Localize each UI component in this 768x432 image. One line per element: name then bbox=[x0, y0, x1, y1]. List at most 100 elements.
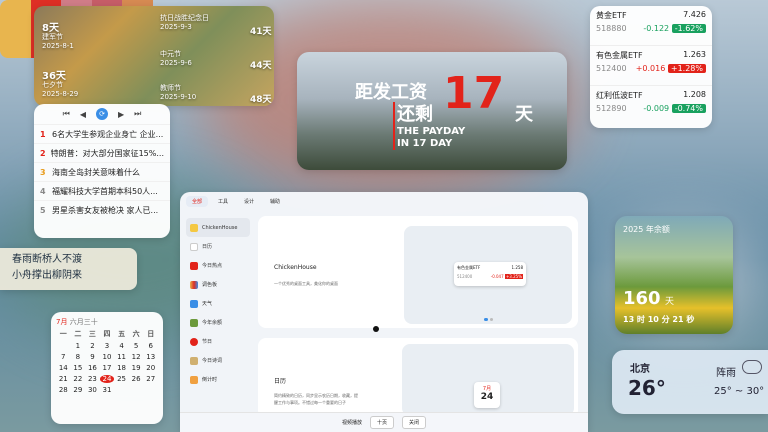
hot-item[interactable]: 3 海南全岛封关意味着什么 bbox=[34, 162, 170, 181]
sidebar-item-weather[interactable]: 天气 bbox=[186, 294, 250, 313]
mini-stock-pct: +3.25% bbox=[504, 274, 523, 279]
calendar-day[interactable]: 5 bbox=[129, 342, 144, 350]
palette-swatch[interactable] bbox=[0, 0, 31, 58]
calendar-day[interactable]: 28 bbox=[56, 386, 71, 394]
calendar-day[interactable]: 27 bbox=[143, 375, 158, 383]
hot-item[interactable]: 5 男星杀害女友被枪决 家人已... bbox=[34, 200, 170, 219]
calendar-day[interactable]: 25 bbox=[114, 375, 129, 383]
weather-temp: 26° bbox=[628, 376, 666, 400]
ten-page-button[interactable]: 十页 bbox=[369, 416, 394, 429]
sidebar-item-countdown[interactable]: 倒计时 bbox=[186, 370, 250, 389]
prev-page-icon[interactable]: ◀ bbox=[80, 110, 86, 119]
tab-assist[interactable]: 辅助 bbox=[264, 196, 286, 207]
panel-title: ChickenHouse bbox=[274, 264, 317, 271]
holiday-days: 8天 bbox=[42, 23, 59, 34]
calendar-day[interactable]: 2 bbox=[85, 342, 100, 350]
panel-title: 日历 bbox=[274, 378, 287, 385]
calendar-day[interactable]: 17 bbox=[100, 364, 115, 372]
tab-bar: 全部 工具 设计 辅助 bbox=[186, 196, 286, 207]
hot-rank: 4 bbox=[40, 186, 46, 196]
sidebar-item-label: 今年余额 bbox=[202, 320, 223, 326]
holiday-name: 教师节 bbox=[160, 84, 181, 92]
calendar-day[interactable]: 29 bbox=[71, 386, 86, 394]
calendar-day[interactable]: 31 bbox=[100, 386, 115, 394]
next-page-icon[interactable]: ▶ bbox=[118, 110, 124, 119]
sidebar-item-chickenhouse[interactable]: ChickenHouse bbox=[186, 218, 250, 237]
calendar-day[interactable]: 13 bbox=[143, 353, 158, 361]
calendar-day[interactable]: 23 bbox=[85, 375, 100, 383]
sidebar-item-poem[interactable]: 今日诗词 bbox=[186, 351, 250, 370]
holiday-days: 48天 bbox=[250, 95, 272, 105]
tab-design[interactable]: 设计 bbox=[238, 196, 260, 207]
sidebar-item-calendar[interactable]: 日历 bbox=[186, 237, 250, 256]
calendar-day[interactable]: 15 bbox=[71, 364, 86, 372]
calendar-day[interactable]: 8 bbox=[71, 353, 86, 361]
calendar-day[interactable]: 22 bbox=[71, 375, 86, 383]
tab-all[interactable]: 全部 bbox=[186, 196, 209, 207]
calendar-weekday: 一 bbox=[59, 330, 67, 338]
calendar-day[interactable]: 30 bbox=[85, 386, 100, 394]
sidebar: ChickenHouse 日历 今日热点 调色板 天气 今年余额 节日 今日诗词… bbox=[186, 218, 250, 389]
carousel-dot-active[interactable] bbox=[484, 318, 488, 321]
mini-stock-name: 有色金属ETF bbox=[457, 265, 481, 270]
hot-item[interactable]: 4 福耀科技大学首期本科50人... bbox=[34, 181, 170, 200]
rain-cloud-icon bbox=[742, 360, 762, 374]
stock-row[interactable]: 红利低波ETF 1.208 512890 -0.009 -0.74% bbox=[590, 86, 712, 126]
holiday-cell: 教师节 2025-9-10 bbox=[160, 84, 196, 102]
chickenhouse-panel[interactable]: ChickenHouse 一个优秀的桌面工具，美化你的桌面 有色金属ETF 1.2… bbox=[258, 216, 578, 328]
calendar-day[interactable]: 20 bbox=[143, 364, 158, 372]
calendar-day[interactable]: 4 bbox=[114, 342, 129, 350]
sync-icon[interactable]: ⟳ bbox=[96, 108, 108, 120]
calendar-day[interactable]: 1 bbox=[71, 342, 86, 350]
weather-city: 北京 bbox=[630, 364, 650, 375]
poem-icon bbox=[190, 356, 198, 365]
sidebar-item-label: 节日 bbox=[202, 339, 213, 345]
calendar-day[interactable]: 10 bbox=[100, 353, 115, 361]
last-page-icon[interactable]: ⏭ bbox=[134, 109, 141, 119]
calendar-day[interactable]: 26 bbox=[129, 375, 144, 383]
close-button[interactable]: 关闭 bbox=[402, 416, 427, 429]
year-remaining-widget: 2025 年余额 160 天 13 时 10 分 21 秒 bbox=[615, 216, 733, 334]
sidebar-item-festival[interactable]: 节日 bbox=[186, 332, 250, 351]
calendar-day[interactable]: 18 bbox=[114, 364, 129, 372]
stock-change: -0.122 bbox=[643, 24, 670, 33]
hot-item[interactable]: 2 特朗普：对大部分国家征15%... bbox=[34, 143, 170, 162]
calendar-day[interactable]: 11 bbox=[114, 353, 129, 361]
calendar-day[interactable]: 12 bbox=[129, 353, 144, 361]
calendar-day[interactable]: 6 bbox=[143, 342, 158, 350]
hot-text: 福耀科技大学首期本科50人... bbox=[52, 186, 158, 196]
mini-stock-code: 512400 bbox=[457, 274, 473, 279]
hot-item[interactable]: 1 6名大学生参观企业身亡 企业... bbox=[34, 124, 170, 143]
stock-row[interactable]: 有色金属ETF 1.263 512400 +0.016 +1.28% bbox=[590, 46, 712, 86]
carousel-dot[interactable] bbox=[490, 318, 493, 321]
stock-code: 512400 bbox=[596, 64, 627, 73]
mini-calendar-card: 7月 24 bbox=[474, 382, 500, 408]
calendar-panel[interactable]: 日历 简约精致的日历，同步显示农历日期，收藏，提 醒工作与事项。不错过每一个重要… bbox=[258, 338, 578, 418]
stock-change: -0.009 bbox=[643, 104, 670, 113]
sidebar-item-hot[interactable]: 今日热点 bbox=[186, 256, 250, 275]
holiday-date: 2025-8-29 bbox=[42, 90, 79, 98]
calendar-day[interactable]: 16 bbox=[85, 364, 100, 372]
calendar-day[interactable]: 3 bbox=[100, 342, 115, 350]
calendar-day[interactable]: 9 bbox=[85, 353, 100, 361]
sidebar-item-year[interactable]: 今年余额 bbox=[186, 313, 250, 332]
first-page-icon[interactable]: ⏮ bbox=[63, 109, 70, 119]
calendar-day[interactable]: 21 bbox=[56, 375, 71, 383]
calendar-day[interactable]: 24 bbox=[99, 375, 115, 383]
holiday-widget[interactable]: 8天 建军节 2025-8-1 抗日战胜纪念日 2025-9-3 41天 36天… bbox=[34, 6, 274, 106]
payday-widget: 距发工资 还剩 17 天 THE PAYDAY IN 17 DAY bbox=[297, 52, 567, 170]
calendar-day[interactable]: 14 bbox=[56, 364, 71, 372]
tab-tools[interactable]: 工具 bbox=[212, 196, 234, 207]
calendar-day[interactable]: 7 bbox=[56, 353, 71, 361]
stock-row[interactable]: 黄金ETF 7.426 518880 -0.122 -1.62% bbox=[590, 6, 712, 46]
sidebar-item-palette[interactable]: 调色板 bbox=[186, 275, 250, 294]
mini-stock-price: 1.258 bbox=[511, 265, 523, 270]
year-remaining-label: 2025 年余额 bbox=[623, 225, 670, 234]
holiday-cell: 8天 建军节 2025-8-1 bbox=[42, 24, 74, 51]
stock-price: 7.426 bbox=[683, 10, 706, 19]
calendar-weekday: 二 bbox=[74, 330, 82, 338]
calendar-day[interactable]: 19 bbox=[129, 364, 144, 372]
hot-text: 男星杀害女友被枪决 家人已... bbox=[52, 205, 159, 215]
stock-code: 518880 bbox=[596, 24, 627, 33]
calendar-weekday: 四 bbox=[103, 330, 111, 338]
